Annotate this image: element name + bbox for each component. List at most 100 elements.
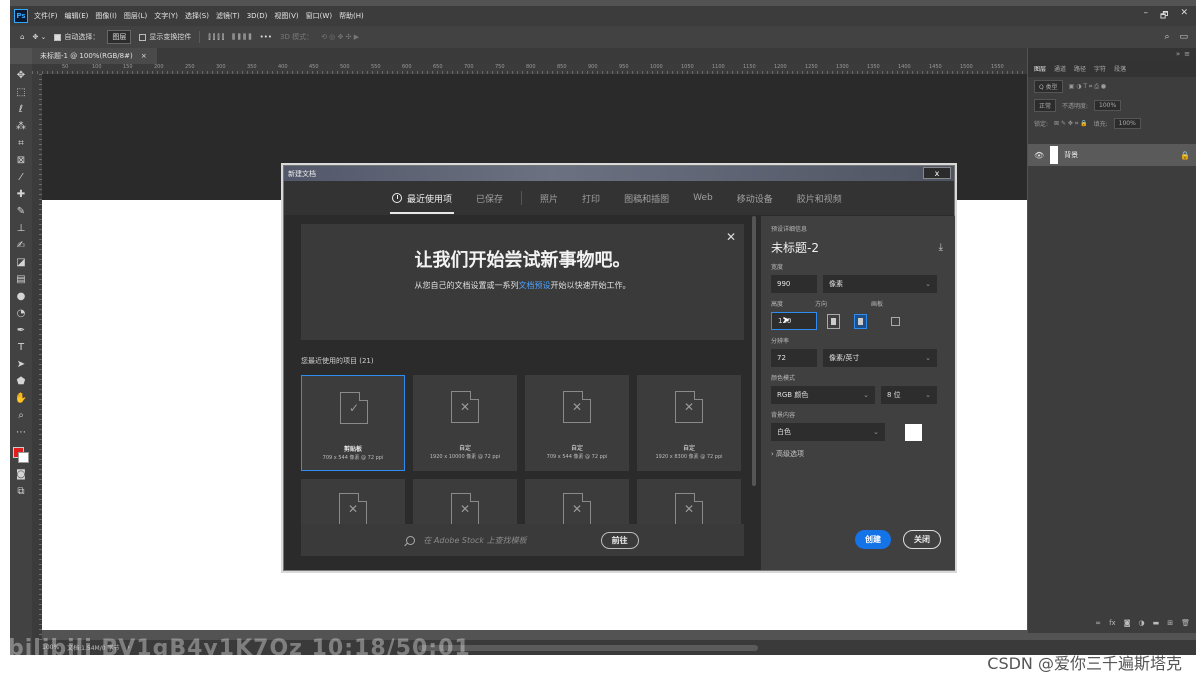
pen-tool-icon[interactable]: ✒ [13, 323, 29, 337]
folder-icon[interactable]: ▬ [1153, 619, 1160, 627]
eye-icon[interactable]: 👁 [1034, 151, 1044, 160]
opacity-field[interactable]: 100% [1094, 100, 1122, 111]
auto-select-option[interactable]: 自动选择： [54, 32, 99, 42]
save-preset-icon[interactable]: ⤓ [939, 242, 943, 253]
blend-mode-select[interactable]: 正常 [1034, 99, 1057, 112]
menu-layer[interactable]: 图层(L) [124, 11, 147, 21]
resolution-unit-select[interactable]: 像素/英寸 ⌄ [823, 349, 937, 367]
menu-type[interactable]: 文字(Y) [154, 11, 178, 21]
history-brush-icon[interactable]: ✍ [13, 238, 29, 252]
menu-edit[interactable]: 编辑(E) [65, 11, 89, 21]
show-transform-checkbox[interactable] [139, 33, 147, 41]
shape-tool-icon[interactable]: ⬟ [13, 374, 29, 388]
tab-paths[interactable]: 路径 [1074, 64, 1086, 73]
tab-paragraph[interactable]: 段落 [1114, 64, 1126, 73]
blur-tool-icon[interactable]: ● [13, 289, 29, 303]
gradient-tool-icon[interactable]: ▤ [13, 272, 29, 286]
quick-mask-icon[interactable]: ◙ [13, 467, 29, 481]
trash-icon[interactable]: 🗑 [1181, 619, 1190, 627]
document-presets-link[interactable]: 文档预设 [519, 281, 551, 290]
frame-tool-icon[interactable]: ⊠ [13, 153, 29, 167]
vertical-scrollbar[interactable] [752, 216, 756, 486]
lock-icons[interactable]: ⊠ ✎ ✥ ⌗ 🔒 [1054, 120, 1088, 128]
landscape-icon[interactable] [854, 313, 867, 329]
screen-mode-icon[interactable]: ⧉ [13, 484, 29, 498]
menu-file[interactable]: 文件(F) [34, 11, 58, 21]
magic-wand-icon[interactable]: ⁂ [13, 119, 29, 133]
collapse-icon[interactable]: » [1176, 50, 1180, 58]
new-layer-icon[interactable]: ⊞ [1167, 619, 1173, 627]
background-color-swatch[interactable] [905, 423, 922, 441]
tab-saved[interactable]: 已保存 [464, 192, 515, 205]
hand-tool-icon[interactable]: ✋ [13, 391, 29, 405]
close-button[interactable]: 关闭 [903, 530, 941, 549]
create-button[interactable]: 创建 [855, 530, 891, 549]
move-tool-icon[interactable]: ✥ ⌄ [32, 33, 46, 41]
tab-web[interactable]: Web [681, 193, 725, 203]
eyedropper-icon[interactable]: ⁄ [13, 170, 29, 184]
layer-row[interactable]: 👁 背景 🔒 [1028, 144, 1196, 166]
dialog-close-button[interactable]: x [923, 167, 951, 179]
advanced-options-toggle[interactable]: › 高级选项 [771, 449, 943, 459]
menu-image[interactable]: 图像(I) [95, 11, 117, 21]
go-button[interactable]: 前往 [600, 531, 639, 549]
close-icon[interactable]: ✕ [1180, 8, 1188, 24]
color-swatches[interactable] [12, 446, 30, 464]
mask-icon[interactable]: ◙ [1124, 619, 1131, 627]
stamp-tool-icon[interactable]: ⊥ [13, 221, 29, 235]
portrait-icon[interactable] [827, 313, 840, 329]
dodge-tool-icon[interactable]: ◔ [13, 306, 29, 320]
healing-brush-icon[interactable]: ✚ [13, 187, 29, 201]
distribute-icons[interactable]: ⫼ ⫼ ⫼ ⫼ [232, 33, 252, 42]
show-transform-option[interactable]: 显示变换控件 [139, 32, 191, 42]
tab-layers[interactable]: 图层 [1034, 64, 1046, 73]
bit-depth-select[interactable]: 8 位 ⌄ [881, 386, 937, 404]
move-tool-icon[interactable]: ✥ [13, 68, 29, 82]
layer-select-dropdown[interactable]: 图层 [107, 30, 132, 44]
zoom-tool-icon[interactable]: ⌕ [13, 408, 29, 422]
tab-channels[interactable]: 通道 [1054, 64, 1066, 73]
menu-help[interactable]: 帮助(H) [339, 11, 364, 21]
menu-filter[interactable]: 滤镜(T) [216, 11, 240, 21]
artboard-checkbox[interactable] [891, 316, 900, 326]
path-select-icon[interactable]: ➤ [13, 357, 29, 371]
menu-select[interactable]: 选择(S) [185, 11, 209, 21]
more-options-button[interactable]: ••• [260, 33, 272, 41]
tab-mobile[interactable]: 移动设备 [725, 192, 785, 205]
menu-window[interactable]: 窗口(W) [306, 11, 332, 21]
menu-3d[interactable]: 3D(D) [247, 12, 268, 20]
tab-recent[interactable]: 最近使用项 [380, 192, 464, 214]
menu-view[interactable]: 视图(V) [274, 11, 298, 21]
brush-tool-icon[interactable]: ✎ [13, 204, 29, 218]
width-input[interactable]: 990 [771, 275, 817, 293]
tab-art[interactable]: 图稿和插图 [612, 192, 681, 205]
fx-icon[interactable]: fx [1109, 619, 1116, 627]
search-icon[interactable]: ⌕ [1164, 32, 1169, 42]
link-icon[interactable]: ∞ [1095, 619, 1101, 627]
panel-menu-icon[interactable]: ≡ [1184, 50, 1190, 58]
background-color[interactable] [18, 452, 29, 463]
home-icon[interactable]: ⌂ [20, 33, 24, 41]
lasso-tool-icon[interactable]: ℓ [13, 102, 29, 116]
adjustment-icon[interactable]: ◑ [1139, 619, 1145, 627]
eraser-tool-icon[interactable]: ◪ [13, 255, 29, 269]
tab-print[interactable]: 打印 [570, 192, 612, 205]
stock-search-input[interactable]: 在 Adobe Stock 上查找模板 [423, 535, 526, 546]
recent-card[interactable]: ✕ 自定 1920 x 10000 像素 @ 72 ppi [413, 375, 517, 471]
recent-card-clipboard[interactable]: ✓ 剪贴板 709 x 544 像素 @ 72 ppi [301, 375, 405, 471]
crop-tool-icon[interactable]: ⌗ [13, 136, 29, 150]
align-icons[interactable]: ⫿ ⫿ ⫿ ⫿ [208, 33, 224, 42]
resolution-input[interactable]: 72 [771, 349, 817, 367]
more-tools-icon[interactable]: ⋯ [13, 425, 29, 439]
type-tool-icon[interactable]: T [13, 340, 29, 354]
layer-kind-filter[interactable]: Q 类型 [1034, 80, 1063, 93]
tab-close-icon[interactable]: × [141, 52, 147, 60]
auto-select-checkbox[interactable] [54, 33, 62, 41]
background-select[interactable]: 白色 ⌄ [771, 423, 885, 441]
filter-icons[interactable]: ▣ ◑ T ⌗ ⎙ ● [1069, 83, 1107, 91]
marquee-tool-icon[interactable]: ⬚ [13, 85, 29, 99]
fill-field[interactable]: 100% [1113, 118, 1141, 129]
document-name-input[interactable]: 未标题-2 [771, 239, 819, 256]
document-tab[interactable]: 未标题-1 @ 100%(RGB/8#) × [32, 48, 157, 64]
unit-select[interactable]: 像素 ⌄ [823, 275, 937, 293]
